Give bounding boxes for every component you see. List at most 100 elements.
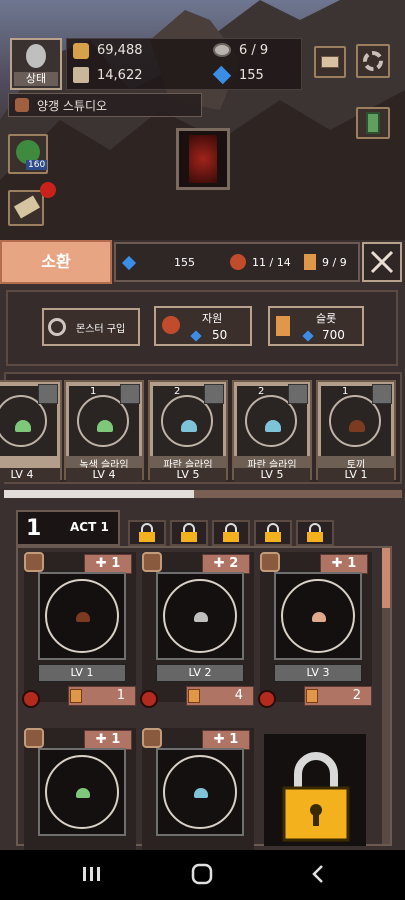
resource-meat: 11 / 14 xyxy=(252,256,291,269)
monster-slot[interactable]: ✚ 1 LV 3 2 xyxy=(258,552,372,708)
status-button[interactable]: 상태 xyxy=(10,38,62,90)
plus-icon: ✚ xyxy=(95,732,112,747)
act-label: ACT 1 xyxy=(70,520,109,534)
monster-card[interactable]: 2 파란 슬라임 LV 5 xyxy=(148,380,228,482)
monster-card[interactable]: 1 녹색 슬라임 LV 4 xyxy=(64,380,144,482)
scroll-amount: 14,622 xyxy=(97,68,143,83)
slot-frame xyxy=(156,572,244,660)
act-tab-locked[interactable] xyxy=(212,520,250,546)
buy-monster-button[interactable]: 몬스터 구입 xyxy=(42,308,140,346)
monster-sprite xyxy=(15,420,31,432)
clover-badge: 160 xyxy=(26,160,48,170)
map-button[interactable] xyxy=(8,190,44,226)
tab-summon[interactable]: 소환 xyxy=(0,240,112,284)
act-tab-locked[interactable] xyxy=(296,520,334,546)
gold-amount: 69,488 xyxy=(97,43,143,58)
slot-frame xyxy=(156,748,244,836)
card-icon xyxy=(276,316,290,336)
resource-upgrade-cost: 50 xyxy=(212,328,228,342)
book-icon xyxy=(366,112,380,134)
plus-button[interactable]: ✚ 1 xyxy=(202,730,250,750)
monster-card[interactable]: LV 4 xyxy=(0,380,62,482)
monster-slot[interactable]: ✚ 1 LV 1 1 xyxy=(22,552,136,708)
trash-icon[interactable] xyxy=(288,384,308,404)
nav-back-icon[interactable] xyxy=(308,862,328,886)
trash-icon[interactable] xyxy=(372,384,392,404)
plus-count: 1 xyxy=(347,556,357,571)
locked-tile[interactable] xyxy=(264,734,366,846)
monster-sprite xyxy=(97,420,113,432)
resource-upgrade-label: 자원 xyxy=(202,312,223,325)
plus-button[interactable]: ✚ 1 xyxy=(84,730,132,750)
lock-icon xyxy=(265,523,281,542)
monster-card[interactable]: 2 파란 슬라임 LV 5 xyxy=(232,380,312,482)
slot-upgrade-cost: 700 xyxy=(322,328,345,342)
card-count: 2 xyxy=(174,386,181,397)
close-button[interactable] xyxy=(362,242,402,282)
card-count: 2 xyxy=(258,386,265,397)
upgrade-icon[interactable] xyxy=(22,690,40,708)
card-level: LV 1 xyxy=(318,468,394,482)
background-scene xyxy=(0,0,405,240)
act-number: 1 xyxy=(26,516,42,541)
portal-gate[interactable] xyxy=(176,128,230,190)
clover-button[interactable]: 160 xyxy=(8,134,48,174)
card-icon xyxy=(70,689,82,703)
act-tab-locked[interactable] xyxy=(254,520,292,546)
card-count: 1 xyxy=(342,386,349,397)
notification-dot xyxy=(40,182,56,198)
resource-cards: 9 / 9 xyxy=(322,256,347,269)
gem-icon xyxy=(212,65,232,85)
card-icon xyxy=(306,689,318,703)
monster-sprite xyxy=(76,612,90,622)
monster-sprite xyxy=(76,788,90,798)
game-screen: 상태 69,488 14,622 6 / 9 155 양갱 스튜디오 160 소… xyxy=(0,0,405,900)
monster-sprite xyxy=(194,788,208,798)
eye-plus-icon xyxy=(48,318,66,336)
act-tab-locked[interactable] xyxy=(170,520,208,546)
monster-slot[interactable]: ✚ 2 LV 2 4 xyxy=(140,552,254,708)
monster-sprite xyxy=(194,612,208,622)
grid-scrollbar-thumb[interactable] xyxy=(382,548,390,608)
mail-button[interactable] xyxy=(314,46,346,78)
settings-button[interactable] xyxy=(356,44,390,78)
plus-button[interactable]: ✚ 1 xyxy=(84,554,132,574)
slot-frame xyxy=(274,572,362,660)
trash-icon[interactable] xyxy=(204,384,224,404)
plus-count: 1 xyxy=(229,732,239,747)
upgrade-icon[interactable] xyxy=(140,690,158,708)
buy-monster-label: 몬스터 구입 xyxy=(76,324,126,335)
person-icon xyxy=(26,44,46,68)
card-scrollbar-thumb[interactable] xyxy=(4,490,194,498)
monster-sprite xyxy=(265,420,281,432)
plus-count: 1 xyxy=(111,732,121,747)
monster-card[interactable]: 1 토끼 LV 1 xyxy=(316,380,396,482)
plus-button[interactable]: ✚ 1 xyxy=(320,554,368,574)
meat-icon xyxy=(162,316,180,334)
slot-emblem-icon xyxy=(260,552,280,572)
act-tab-1[interactable]: 1 ACT 1 xyxy=(16,510,120,546)
resource-gems: 155 xyxy=(174,256,195,269)
grid-scrollbar[interactable] xyxy=(382,548,390,844)
book-button[interactable] xyxy=(356,107,390,139)
slot-emblem-icon xyxy=(24,728,44,748)
nav-home-icon[interactable] xyxy=(190,862,214,886)
slot-level: LV 1 xyxy=(38,664,126,682)
card-scrollbar[interactable] xyxy=(4,490,402,498)
act-tab-locked[interactable] xyxy=(128,520,166,546)
trash-icon[interactable] xyxy=(38,384,58,404)
gold-icon xyxy=(73,43,89,59)
trash-icon[interactable] xyxy=(120,384,140,404)
mountain-backdrop xyxy=(0,0,405,240)
card-level: LV 5 xyxy=(234,468,310,482)
eye-count: 6 / 9 xyxy=(239,43,269,58)
monster-sprite xyxy=(181,420,197,432)
upgrade-icon[interactable] xyxy=(258,690,276,708)
resource-upgrade-button[interactable]: 자원 50 xyxy=(154,306,252,346)
map-icon xyxy=(13,195,41,219)
slot-upgrade-button[interactable]: 슬롯 700 xyxy=(268,306,364,346)
card-level: LV 4 xyxy=(0,468,60,482)
nav-recents-icon[interactable] xyxy=(80,864,104,884)
plus-button[interactable]: ✚ 2 xyxy=(202,554,250,574)
resource-bar: 155 11 / 14 9 / 9 xyxy=(114,242,360,282)
